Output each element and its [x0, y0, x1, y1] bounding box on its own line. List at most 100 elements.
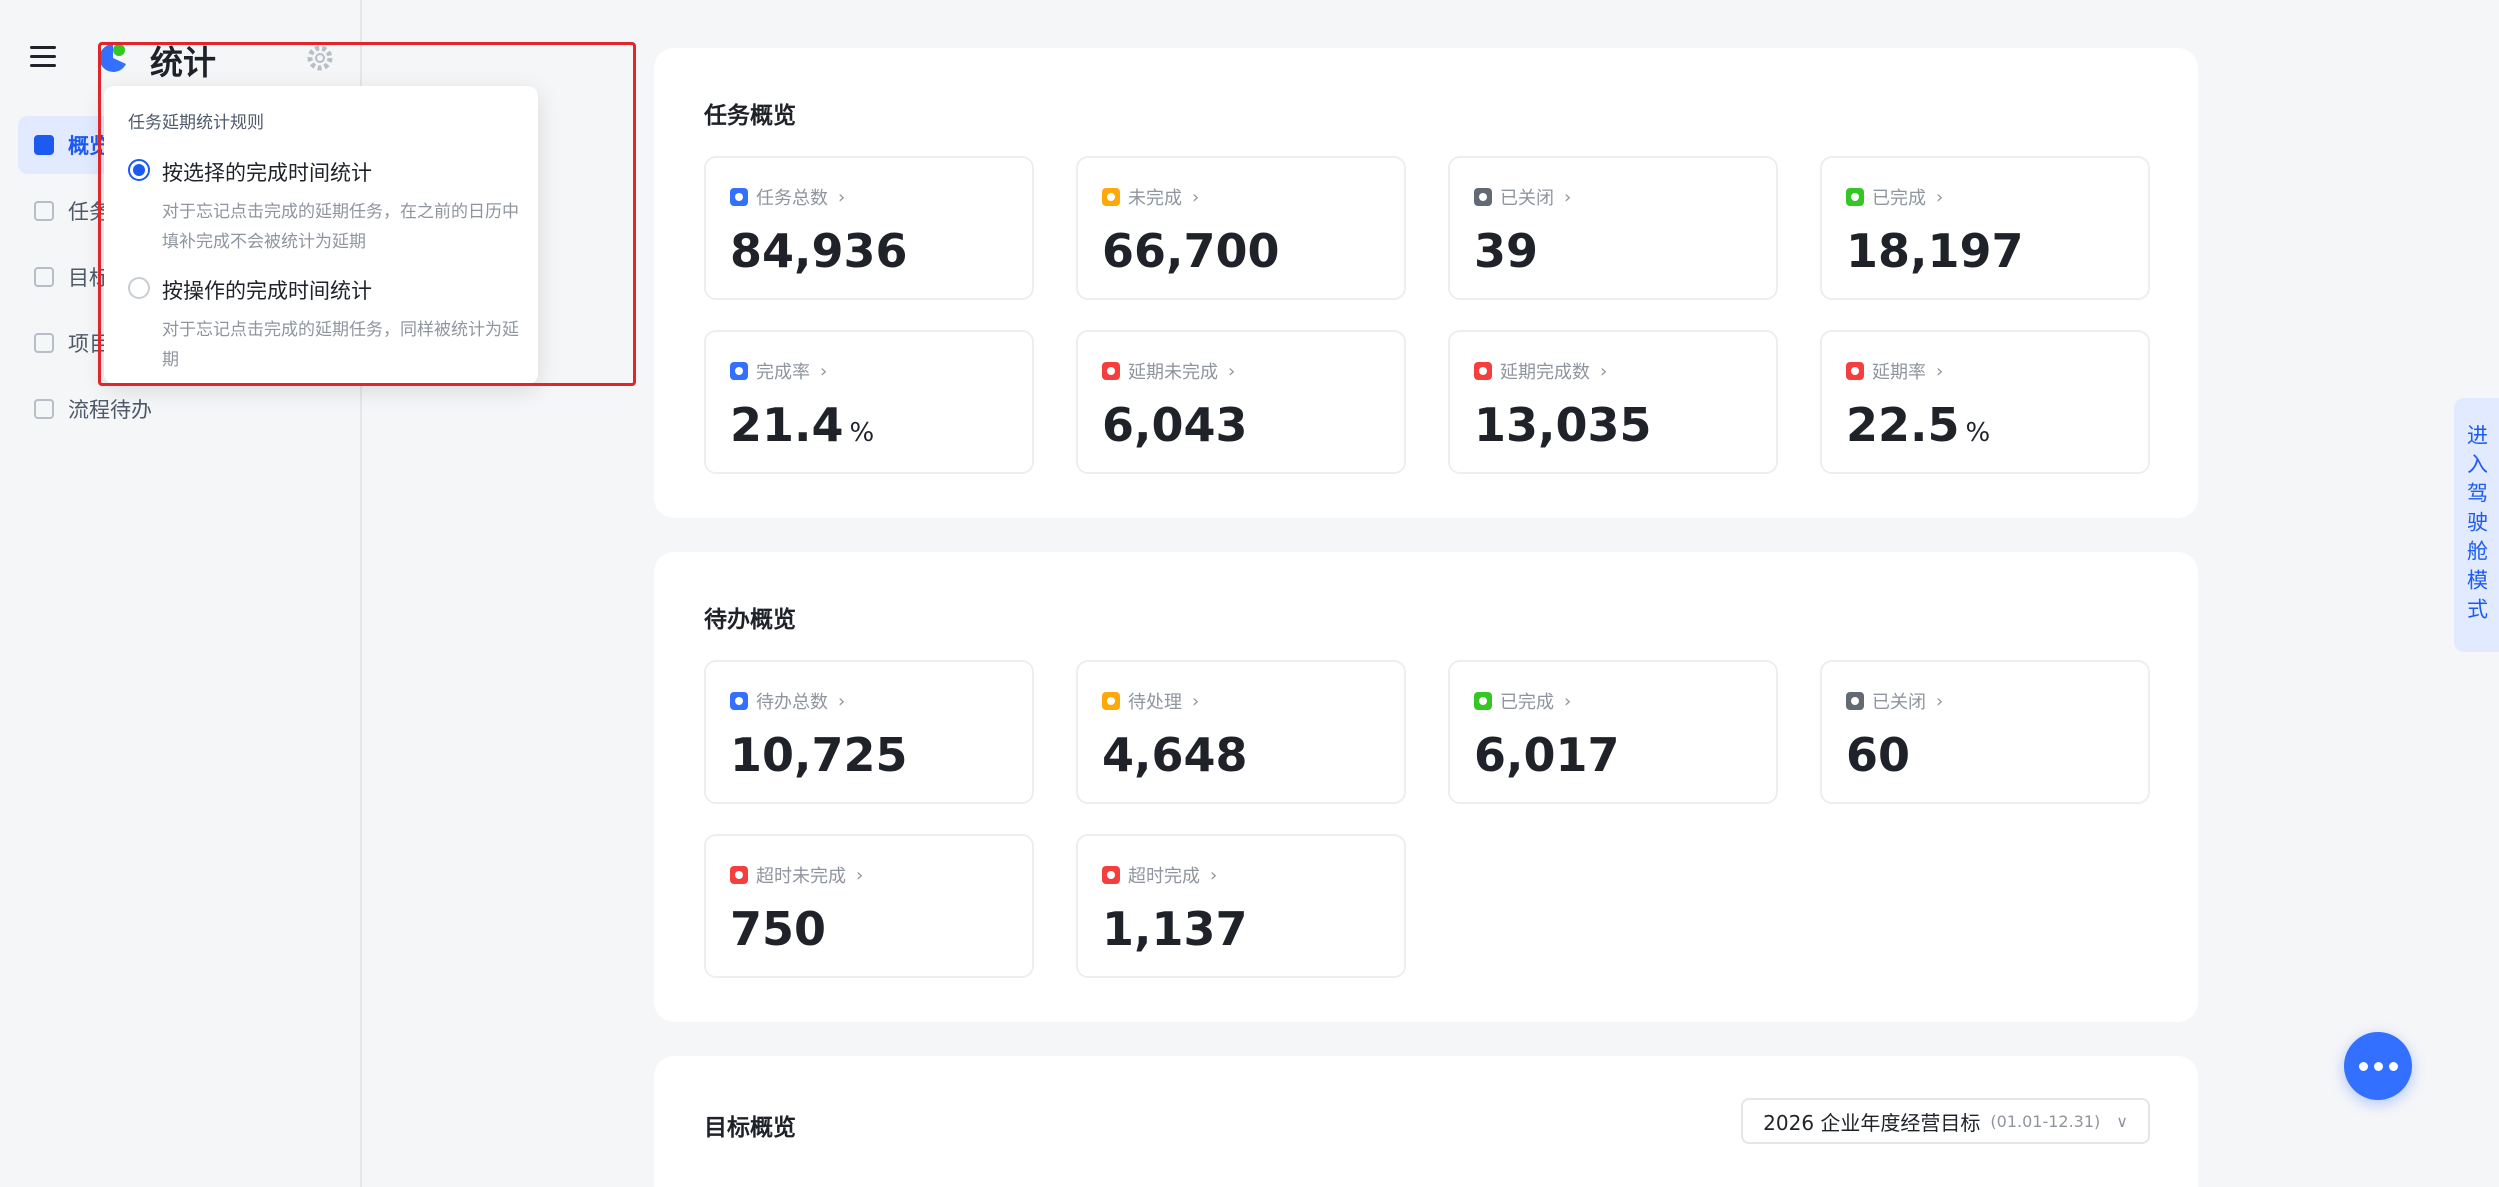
stat-label-text: 延期完成数 [1500, 362, 1590, 383]
option-desc: 对于忘记点击完成的延期任务，在之前的日历中填补完成不会被统计为延期 [162, 202, 519, 252]
cockpit-mode-tab[interactable]: 进入驾驶舱模式 [2454, 398, 2499, 652]
stat-label: 已关闭 › [1474, 184, 1571, 210]
menu-icon[interactable] [30, 46, 56, 68]
task-overview-title: 任务概览 [704, 103, 796, 129]
radio-selected[interactable] [128, 159, 150, 181]
stat-label: 任务总数 › [730, 184, 845, 210]
stat-value: 6,043 [1102, 398, 1248, 452]
stat-label-text: 超时未完成 [756, 866, 846, 887]
app-logo-icon [99, 44, 126, 72]
stat-card[interactable]: 超时完成 › 1,137 [1076, 834, 1406, 978]
settings-gear-icon[interactable] [306, 44, 334, 72]
stat-label-text: 已完成 [1872, 188, 1926, 209]
stat-card[interactable]: 已关闭 › 60 [1820, 660, 2150, 804]
stat-status-icon [1846, 692, 1864, 710]
stat-number: 6,043 [1102, 398, 1248, 452]
dot-icon [2358, 1061, 2368, 1071]
sidebar-item-label: 流程待办 [68, 398, 152, 422]
stat-status-icon [1102, 188, 1120, 206]
goal-overview-title: 目标概览 [704, 1115, 796, 1141]
more-actions-button[interactable] [2344, 1032, 2412, 1100]
stat-status-icon [730, 362, 748, 380]
stat-card[interactable]: 已完成 › 18,197 [1820, 156, 2150, 300]
todo-overview-title: 待办概览 [704, 607, 796, 633]
stat-card[interactable]: 待办总数 › 10,725 [704, 660, 1034, 804]
goal-overview-card: 目标概览 2026 企业年度经营目标 (01.01-12.31) ∨ [654, 1056, 2198, 1187]
option-label: 按操作的完成时间统计 [162, 279, 372, 303]
stat-card[interactable]: 待处理 › 4,648 [1076, 660, 1406, 804]
chevron-right-icon: › [838, 690, 846, 712]
sidebar-item-workflow[interactable]: 流程待办 [18, 380, 344, 438]
stat-label-text: 待处理 [1128, 692, 1182, 713]
stat-number: 60 [1846, 728, 1911, 782]
stat-card[interactable]: 任务总数 › 84,936 [704, 156, 1034, 300]
option-label: 按选择的完成时间统计 [162, 161, 372, 185]
chevron-right-icon: › [1936, 186, 1944, 208]
stat-number: 10,725 [730, 728, 908, 782]
stat-number: 22.5 [1846, 398, 1960, 452]
stat-number: 13,035 [1474, 398, 1652, 452]
chevron-right-icon: › [1600, 360, 1608, 382]
goal-selector-range: (01.01-12.31) [1990, 1111, 2101, 1131]
stat-value: 1,137 [1102, 902, 1248, 956]
stat-label: 延期完成数 › [1474, 358, 1607, 384]
stat-card[interactable]: 延期完成数 › 13,035 [1448, 330, 1778, 474]
stat-card[interactable]: 未完成 › 66,700 [1076, 156, 1406, 300]
app-title: 统计 [150, 43, 216, 82]
chevron-right-icon: › [1210, 864, 1218, 886]
goal-selector-dropdown[interactable]: 2026 企业年度经营目标 (01.01-12.31) ∨ [1741, 1098, 2150, 1144]
chevron-right-icon: › [1564, 690, 1572, 712]
stat-card[interactable]: 已关闭 › 39 [1448, 156, 1778, 300]
option-by-operation-time[interactable]: 按操作的完成时间统计 对于忘记点击完成的延期任务，同样被统计为延期 [128, 275, 519, 375]
stat-label: 延期未完成 › [1102, 358, 1235, 384]
chevron-right-icon: › [1192, 186, 1200, 208]
option-desc: 对于忘记点击完成的延期任务，同样被统计为延期 [162, 320, 519, 370]
dot-icon [2388, 1061, 2398, 1071]
todo-overview-card: 待办概览 待办总数 › 10,725 待处理 › 4,648 已完成 › 6,017 已关闭 › 60… [654, 552, 2198, 1022]
task-overview-card: 任务概览 任务总数 › 84,936 未完成 › 66,700 已关闭 › 39 已完成 › 18,1… [654, 48, 2198, 518]
chevron-down-icon: ∨ [2116, 1111, 2128, 1131]
stat-status-icon [1474, 692, 1492, 710]
stat-label: 待处理 › [1102, 688, 1199, 714]
stat-number: 66,700 [1102, 224, 1280, 278]
stat-card[interactable]: 延期未完成 › 6,043 [1076, 330, 1406, 474]
target-icon [34, 267, 54, 287]
stat-label-text: 待办总数 [756, 692, 828, 713]
chevron-right-icon: › [1936, 690, 1944, 712]
stat-card[interactable]: 超时未完成 › 750 [704, 834, 1034, 978]
stat-label-text: 任务总数 [756, 188, 828, 209]
stat-value: 39 [1474, 224, 1538, 278]
stat-status-icon [1846, 188, 1864, 206]
stat-value: 21.4% [730, 398, 874, 452]
stat-status-icon [1102, 866, 1120, 884]
stat-value: 84,936 [730, 224, 908, 278]
chevron-right-icon: › [1228, 360, 1236, 382]
option-by-selected-time[interactable]: 按选择的完成时间统计 对于忘记点击完成的延期任务，在之前的日历中填补完成不会被统… [128, 157, 519, 257]
chart-icon [34, 135, 54, 155]
stat-status-icon [730, 188, 748, 206]
stat-value: 22.5% [1846, 398, 1990, 452]
radio-unselected[interactable] [128, 277, 150, 299]
stat-status-icon [1102, 692, 1120, 710]
stat-label: 完成率 › [730, 358, 827, 384]
stat-number: 750 [730, 902, 827, 956]
goal-selector-value: 2026 企业年度经营目标 [1763, 1110, 1981, 1135]
stat-number: 1,137 [1102, 902, 1248, 956]
stat-card[interactable]: 已完成 › 6,017 [1448, 660, 1778, 804]
stat-label-text: 完成率 [756, 362, 810, 383]
stat-label: 超时完成 › [1102, 862, 1217, 888]
stat-label: 已关闭 › [1846, 688, 1943, 714]
task-icon [34, 201, 54, 221]
stat-unit: % [849, 418, 875, 448]
chevron-right-icon: › [1564, 186, 1572, 208]
stat-card[interactable]: 延期率 › 22.5% [1820, 330, 2150, 474]
stat-card[interactable]: 完成率 › 21.4% [704, 330, 1034, 474]
stat-value: 66,700 [1102, 224, 1280, 278]
stat-value: 6,017 [1474, 728, 1620, 782]
stat-label-text: 延期率 [1872, 362, 1926, 383]
stat-value: 4,648 [1102, 728, 1248, 782]
stat-label-text: 未完成 [1128, 188, 1182, 209]
stat-unit: % [1965, 418, 1991, 448]
project-icon [34, 333, 54, 353]
stat-label-text: 延期未完成 [1128, 362, 1218, 383]
